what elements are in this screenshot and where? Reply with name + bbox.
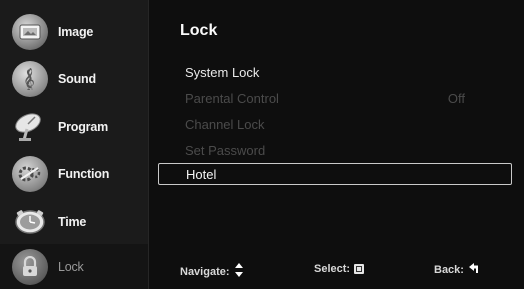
menu-item-set-password[interactable]: Set Password: [185, 139, 515, 161]
ok-key-icon: [354, 264, 365, 274]
menu-item-label: System Lock: [185, 64, 260, 80]
menu-item-system-lock[interactable]: System Lock: [185, 61, 515, 83]
sidebar-item-label: Time: [58, 215, 87, 229]
satellite-dish-icon: [12, 109, 48, 145]
menu-item-label: Set Password: [185, 142, 266, 158]
up-down-arrows-icon: [234, 263, 243, 280]
sidebar-item-sound[interactable]: 𝄞 Sound: [0, 56, 148, 102]
clock-icon: [12, 204, 48, 240]
menu-item-channel-lock[interactable]: Channel Lock: [185, 113, 515, 135]
sidebar-item-label: Sound: [58, 72, 96, 86]
sidebar-item-label: Lock: [58, 260, 84, 274]
tv-menu-screen: Image 𝄞 Sound Program Function Time Lock…: [0, 0, 524, 289]
back-hint-label: Back:: [434, 264, 464, 276]
sidebar: Image 𝄞 Sound Program Function Time Lock: [0, 0, 149, 289]
sidebar-item-label: Program: [58, 120, 109, 134]
menu-item-parental-control[interactable]: Parental Control Off: [185, 87, 515, 109]
image-icon: [12, 14, 48, 50]
sidebar-item-label: Function: [58, 167, 110, 181]
sidebar-item-program[interactable]: Program: [0, 104, 148, 150]
navigate-hint-label: Navigate:: [180, 265, 230, 278]
sidebar-item-time[interactable]: Time: [0, 199, 148, 245]
menu-item-hotel[interactable]: Hotel: [158, 163, 512, 185]
select-hint: Select:: [314, 263, 365, 275]
main-panel: Lock System Lock Parental Control Off Ch…: [149, 0, 524, 289]
page-title: Lock: [180, 22, 218, 39]
menu-item-value: Off: [447, 90, 465, 106]
function-icon: [12, 156, 48, 192]
menu-item-label: Hotel: [186, 166, 217, 182]
sound-icon: 𝄞: [12, 61, 48, 97]
sidebar-item-label: Image: [58, 25, 94, 39]
back-arrow-icon: [468, 263, 481, 277]
back-hint: Back:: [434, 263, 481, 277]
select-hint-label: Select:: [314, 263, 351, 275]
sidebar-item-image[interactable]: Image: [0, 9, 148, 55]
navigate-hint: Navigate:: [180, 263, 243, 280]
menu-item-label: Channel Lock: [185, 116, 265, 132]
sidebar-item-lock[interactable]: Lock: [0, 244, 148, 289]
menu-item-label: Parental Control: [185, 90, 279, 106]
lock-icon: [12, 249, 48, 285]
sidebar-item-function[interactable]: Function: [0, 151, 148, 197]
